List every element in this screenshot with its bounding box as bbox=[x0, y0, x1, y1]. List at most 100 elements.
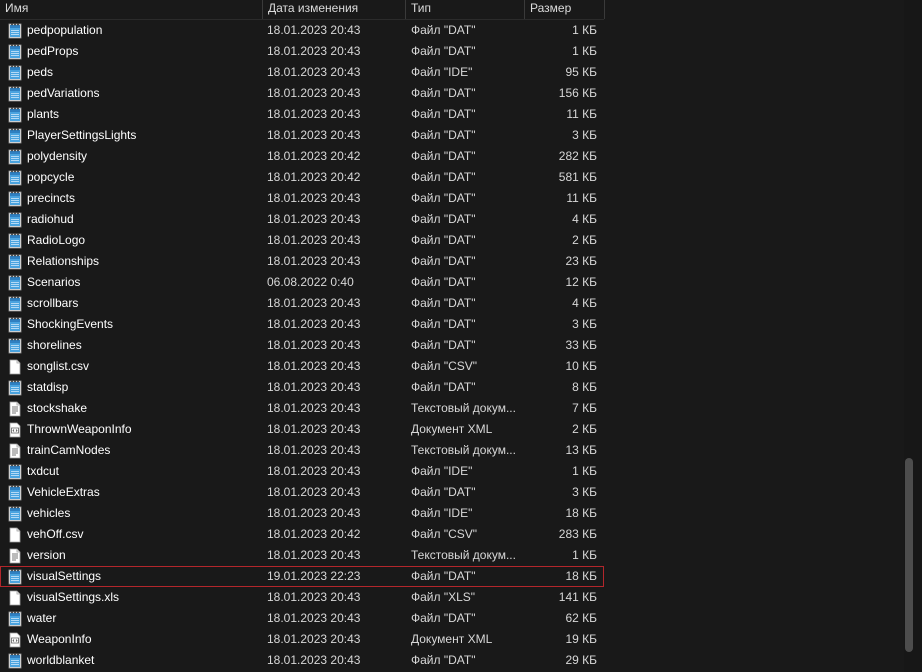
file-row[interactable]: popcycle 18.01.2023 20:42 Файл "DAT" 581 КБ bbox=[0, 167, 604, 188]
file-date: 18.01.2023 20:43 bbox=[267, 254, 361, 268]
file-date: 18.01.2023 20:43 bbox=[267, 359, 361, 373]
file-type: Файл "IDE" bbox=[411, 464, 473, 478]
file-size: 4 КБ bbox=[572, 212, 597, 226]
file-row[interactable]: pedVariations 18.01.2023 20:43 Файл "DAT" 1… bbox=[0, 83, 604, 104]
file-type: Файл "DAT" bbox=[411, 275, 476, 289]
column-divider[interactable] bbox=[604, 0, 605, 19]
file-name: plants bbox=[27, 107, 60, 121]
column-header-type[interactable]: Тип bbox=[406, 0, 524, 19]
notepad-file-icon bbox=[8, 86, 22, 102]
column-header-size[interactable]: Размер bbox=[525, 0, 604, 19]
file-date: 18.01.2023 20:43 bbox=[267, 86, 361, 100]
file-date: 18.01.2023 20:43 bbox=[267, 464, 361, 478]
file-type: Файл "DAT" bbox=[411, 380, 476, 394]
notepad-file-icon bbox=[8, 296, 22, 312]
notepad-file-icon bbox=[8, 128, 22, 144]
file-name: vehicles bbox=[27, 506, 71, 520]
file-type: Файл "DAT" bbox=[411, 569, 476, 583]
file-size: 2 КБ bbox=[572, 422, 597, 436]
file-row[interactable]: statdisp 18.01.2023 20:43 Файл "DAT" 8 КБ bbox=[0, 377, 604, 398]
file-name: txdcut bbox=[27, 464, 60, 478]
file-size: 95 КБ bbox=[565, 65, 597, 79]
file-row-selected[interactable]: visualSettings 19.01.2023 22:23 Файл "DAT"… bbox=[0, 566, 604, 587]
file-size: 18 КБ bbox=[565, 569, 597, 583]
file-row[interactable]: precincts 18.01.2023 20:43 Файл "DAT" 11 КБ bbox=[0, 188, 604, 209]
file-row[interactable]: songlist.csv 18.01.2023 20:43 Файл "CSV" 10… bbox=[0, 356, 604, 377]
file-row[interactable]: vehOff.csv 18.01.2023 20:42 Файл "CSV" 283 … bbox=[0, 524, 604, 545]
file-name: visualSettings.xls bbox=[27, 590, 120, 604]
file-row[interactable]: ThrownWeaponInfo 18.01.2023 20:43 Документ… bbox=[0, 419, 604, 440]
file-name: popcycle bbox=[27, 170, 75, 184]
notepad-file-icon bbox=[8, 464, 22, 480]
file-name: statdisp bbox=[27, 380, 69, 394]
file-row[interactable]: visualSettings.xls 18.01.2023 20:43 Файл "… bbox=[0, 587, 604, 608]
file-type: Файл "DAT" bbox=[411, 653, 476, 667]
file-row[interactable]: peds 18.01.2023 20:43 Файл "IDE" 95 КБ bbox=[0, 62, 604, 83]
column-header-date[interactable]: Дата изменения bbox=[263, 0, 405, 19]
file-type: Файл "DAT" bbox=[411, 233, 476, 247]
file-size: 11 КБ bbox=[566, 191, 597, 205]
file-date: 18.01.2023 20:43 bbox=[267, 65, 361, 79]
file-name: scrollbars bbox=[27, 296, 79, 310]
column-header-name[interactable]: Имя bbox=[0, 0, 262, 19]
file-type: Файл "DAT" bbox=[411, 338, 476, 352]
file-size: 18 КБ bbox=[565, 506, 597, 520]
notepad-file-icon bbox=[8, 254, 22, 270]
notepad-file-icon bbox=[8, 506, 22, 522]
file-date: 18.01.2023 20:43 bbox=[267, 443, 361, 457]
file-date: 18.01.2023 20:43 bbox=[267, 506, 361, 520]
file-row[interactable]: Scenarios 06.08.2022 0:40 Файл "DAT" 12 КБ bbox=[0, 272, 604, 293]
file-row[interactable]: trainCamNodes 18.01.2023 20:43 Текстовый д… bbox=[0, 440, 604, 461]
notepad-file-icon bbox=[8, 170, 22, 186]
file-date: 18.01.2023 20:43 bbox=[267, 317, 361, 331]
file-date: 18.01.2023 20:43 bbox=[267, 611, 361, 625]
file-row[interactable]: plants 18.01.2023 20:43 Файл "DAT" 11 КБ bbox=[0, 104, 604, 125]
file-type: Текстовый докум... bbox=[411, 443, 516, 457]
file-name: polydensity bbox=[27, 149, 88, 163]
file-row[interactable]: VehicleExtras 18.01.2023 20:43 Файл "DAT" 3… bbox=[0, 482, 604, 503]
notepad-file-icon bbox=[8, 275, 22, 291]
file-row[interactable]: worldblanket 18.01.2023 20:43 Файл "DAT" 29… bbox=[0, 650, 604, 671]
file-row[interactable]: pedpopulation 18.01.2023 20:43 Файл "DAT" 1… bbox=[0, 20, 604, 41]
file-date: 18.01.2023 20:43 bbox=[267, 548, 361, 562]
file-row[interactable]: stockshake 18.01.2023 20:43 Текстовый доку… bbox=[0, 398, 604, 419]
file-date: 18.01.2023 20:43 bbox=[267, 422, 361, 436]
notepad-file-icon bbox=[8, 212, 22, 228]
file-row[interactable]: WeaponInfo 18.01.2023 20:43 Документ XML 19… bbox=[0, 629, 604, 650]
blank-file-icon bbox=[8, 527, 22, 543]
notepad-file-icon bbox=[8, 65, 22, 81]
notepad-file-icon bbox=[8, 569, 22, 585]
file-row[interactable]: Relationships 18.01.2023 20:43 Файл "DAT" 2… bbox=[0, 251, 604, 272]
file-date: 06.08.2022 0:40 bbox=[267, 275, 354, 289]
file-size: 282 КБ bbox=[558, 149, 597, 163]
file-row[interactable]: PlayerSettingsLights 18.01.2023 20:43 Файл… bbox=[0, 125, 604, 146]
file-row[interactable]: radiohud 18.01.2023 20:43 Файл "DAT" 4 КБ bbox=[0, 209, 604, 230]
file-name: PlayerSettingsLights bbox=[27, 128, 137, 142]
file-name: shorelines bbox=[27, 338, 82, 352]
file-type: Файл "DAT" bbox=[411, 149, 476, 163]
notepad-file-icon bbox=[8, 338, 22, 354]
file-name: ThrownWeaponInfo bbox=[27, 422, 132, 436]
file-name: stockshake bbox=[27, 401, 88, 415]
file-date: 18.01.2023 20:42 bbox=[267, 527, 361, 541]
text-document-icon bbox=[8, 401, 22, 417]
file-type: Файл "IDE" bbox=[411, 65, 473, 79]
file-type: Текстовый докум... bbox=[411, 401, 516, 415]
file-row[interactable]: txdcut 18.01.2023 20:43 Файл "IDE" 1 КБ bbox=[0, 461, 604, 482]
file-row[interactable]: ShockingEvents 18.01.2023 20:43 Файл "DAT"… bbox=[0, 314, 604, 335]
file-row[interactable]: pedProps 18.01.2023 20:43 Файл "DAT" 1 КБ bbox=[0, 41, 604, 62]
file-row[interactable]: RadioLogo 18.01.2023 20:43 Файл "DAT" 2 КБ bbox=[0, 230, 604, 251]
file-row[interactable]: shorelines 18.01.2023 20:43 Файл "DAT" 33 К… bbox=[0, 335, 604, 356]
file-row[interactable]: version 18.01.2023 20:43 Текстовый докум..… bbox=[0, 545, 604, 566]
file-date: 18.01.2023 20:43 bbox=[267, 653, 361, 667]
xml-document-icon bbox=[8, 422, 22, 438]
file-name: ShockingEvents bbox=[27, 317, 114, 331]
file-type: Файл "DAT" bbox=[411, 107, 476, 121]
file-row[interactable]: water 18.01.2023 20:43 Файл "DAT" 62 КБ bbox=[0, 608, 604, 629]
file-size: 3 КБ bbox=[572, 485, 597, 499]
file-row[interactable]: scrollbars 18.01.2023 20:43 Файл "DAT" 4 КБ bbox=[0, 293, 604, 314]
file-size: 156 КБ bbox=[558, 86, 597, 100]
scrollbar-thumb[interactable] bbox=[905, 458, 913, 652]
file-row[interactable]: polydensity 18.01.2023 20:42 Файл "DAT" 282… bbox=[0, 146, 604, 167]
file-row[interactable]: vehicles 18.01.2023 20:43 Файл "IDE" 18 КБ bbox=[0, 503, 604, 524]
